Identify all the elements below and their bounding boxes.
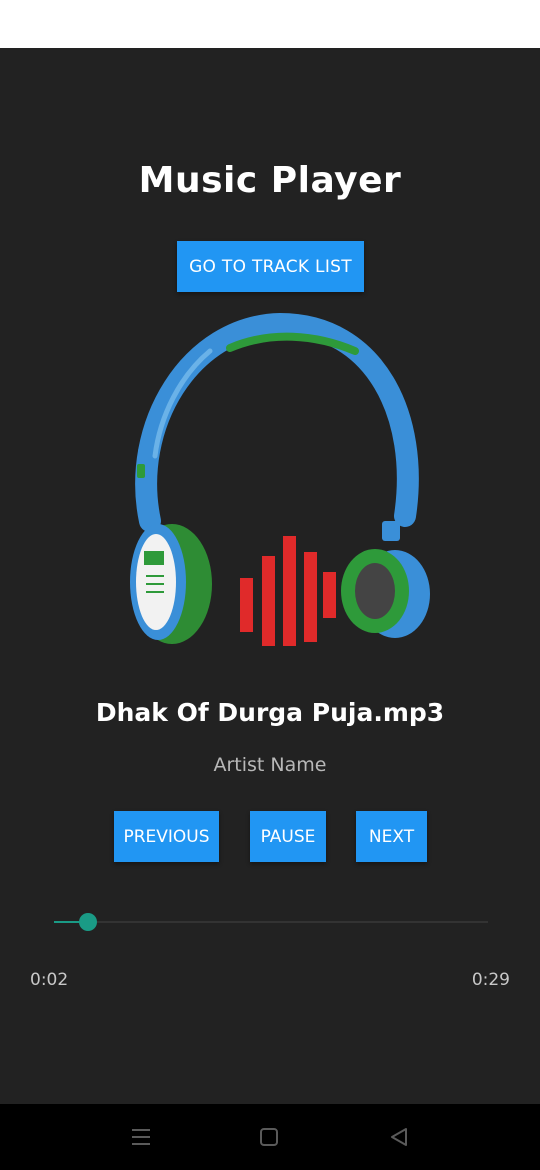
wave-bar xyxy=(262,556,275,646)
headphones-icon xyxy=(130,312,430,646)
pause-button[interactable]: PAUSE xyxy=(250,811,326,862)
home-icon[interactable] xyxy=(256,1124,282,1150)
seek-thumb[interactable] xyxy=(79,913,97,931)
seek-track xyxy=(54,921,488,923)
music-player-screen: Music Player GO TO TRACK LIST Dhak Of Du… xyxy=(0,48,540,1104)
track-title: Dhak Of Durga Puja.mp3 xyxy=(95,698,445,727)
total-time: 0:29 xyxy=(471,970,510,990)
status-bar xyxy=(0,0,540,48)
back-icon[interactable] xyxy=(386,1124,412,1150)
wave-bar xyxy=(304,552,317,642)
system-nav-bar xyxy=(0,1104,540,1170)
headband xyxy=(135,312,419,532)
seek-bar[interactable] xyxy=(54,912,488,932)
go-to-track-list-button[interactable]: GO TO TRACK LIST xyxy=(177,241,364,292)
next-button[interactable]: NEXT xyxy=(356,811,427,862)
previous-button[interactable]: PREVIOUS xyxy=(114,811,219,862)
page-title: Music Player xyxy=(138,160,402,201)
menu-icon[interactable] xyxy=(128,1124,154,1150)
artist-name: Artist Name xyxy=(213,754,327,776)
wave-bar xyxy=(323,572,336,618)
wave-bar xyxy=(240,578,253,632)
current-time: 0:02 xyxy=(30,970,69,990)
wave-bar xyxy=(283,536,296,646)
